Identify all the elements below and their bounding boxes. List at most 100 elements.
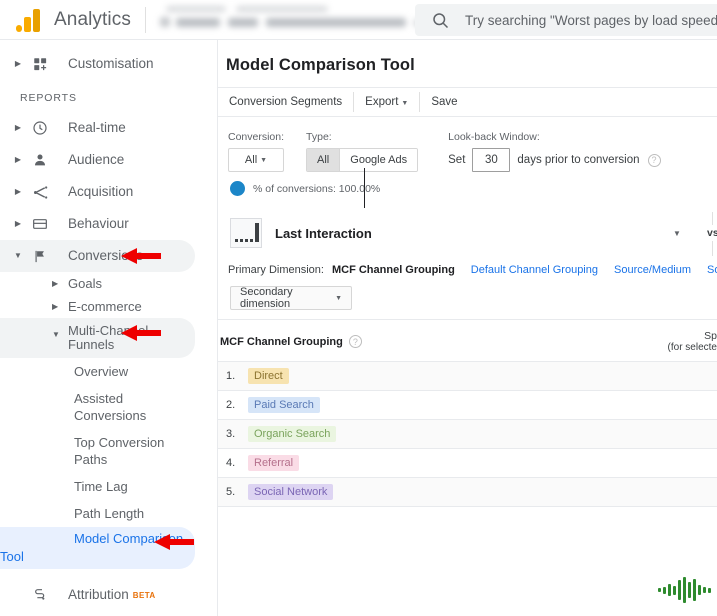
type-label: Type: — [306, 131, 332, 143]
sidebar-section-reports: REPORTS — [20, 92, 77, 104]
last-interaction-icon — [230, 218, 262, 248]
arrow-multi-channel-funnels — [121, 325, 161, 341]
clock-icon — [30, 118, 50, 138]
person-icon — [30, 150, 50, 170]
type-toggle-group: All Google Ads — [306, 148, 419, 172]
sidebar-item-label: Behaviour — [68, 216, 129, 231]
search-icon — [433, 13, 449, 29]
sidebar-item-label: Path Length — [74, 506, 145, 521]
sidebar-item-ecommerce[interactable]: ▶ E-commerce — [0, 295, 217, 318]
sidebar-item-assisted-conversions[interactable]: Assisted Conversions — [0, 385, 217, 429]
conversion-label: Conversion: — [228, 131, 285, 143]
table-row[interactable]: 2. Paid Search — [218, 390, 717, 419]
export-button[interactable]: Export ▼ — [354, 88, 419, 117]
sidebar-item-discover[interactable]: Discover — [0, 611, 217, 616]
column-header-right: Sp (for selecte — [668, 330, 717, 353]
conversion-segments-button[interactable]: Conversion Segments — [218, 88, 353, 117]
sidebar-item-behaviour[interactable]: ▶ Behaviour — [0, 208, 217, 240]
sidebar-item-acquisition[interactable]: ▶ Acquisition — [0, 176, 217, 208]
channel-tag[interactable]: Social Network — [248, 484, 334, 500]
conversions-percentage-label: % of conversions: 100.00% — [253, 182, 381, 195]
channel-tag[interactable]: Organic Search — [248, 426, 337, 442]
table-row[interactable]: 5. Social Network — [218, 477, 717, 506]
sidebar-item-goals[interactable]: ▶ Goals — [0, 272, 217, 295]
column-header-mcf-channel-grouping: MCF Channel Grouping — [220, 335, 343, 348]
type-control: Type: All Google Ads — [306, 131, 419, 172]
type-option-all[interactable]: All — [307, 149, 340, 171]
dimension-tab-source-medium[interactable]: Source/Medium — [614, 264, 691, 276]
lookback-set-label: Set — [448, 154, 466, 166]
sidebar-item-label: Real-time — [68, 120, 126, 135]
column-header-right-line1: Sp — [704, 330, 717, 342]
sidebar-item-path-length[interactable]: Path Length — [0, 500, 217, 527]
lookback-days-input[interactable] — [472, 148, 511, 172]
help-icon[interactable]: ? — [348, 335, 362, 348]
sidebar-item-overview[interactable]: Overview — [0, 358, 217, 385]
primary-dimension-row: Primary Dimension: MCF Channel Grouping … — [218, 248, 717, 276]
search-bar[interactable] — [415, 4, 717, 36]
channel-tag[interactable]: Referral — [248, 455, 300, 471]
table-row[interactable]: 3. Organic Search — [218, 419, 717, 448]
top-divider — [144, 6, 146, 33]
table-body: 1. Direct 2. Paid Search 3. Organic Sear… — [218, 361, 717, 507]
table-row[interactable]: 4. Referral — [218, 448, 717, 477]
sidebar-item-label: Customisation — [68, 56, 154, 71]
sidebar-item-attribution[interactable]: Attribution BETA — [0, 579, 217, 611]
arrow-model-comparison-tool — [154, 534, 194, 550]
sidebar-item-audience[interactable]: ▶ Audience — [0, 144, 217, 176]
controls-row: Conversion: All ▼ Type: All Google Ads L… — [218, 117, 717, 172]
table-row[interactable]: 1. Direct — [218, 361, 717, 390]
top-bar: Analytics — [0, 0, 717, 40]
acquisition-icon — [30, 182, 50, 202]
conversion-value: All — [244, 154, 258, 166]
chevron-down-icon[interactable]: ▼ — [673, 229, 681, 238]
sidebar-item-top-conversion-paths[interactable]: Top Conversion Paths — [0, 429, 217, 473]
sidebar-item-conversions[interactable]: ▼ Conversions — [0, 240, 195, 272]
sidebar-item-label: Top Conversion Paths — [74, 435, 165, 467]
column-header-right-line2: (for selecte — [667, 342, 717, 353]
sidebar-item-real-time[interactable]: ▶ Real-time — [0, 112, 217, 144]
chevron-right-icon: ▶ — [52, 302, 59, 311]
audio-waveform-icon — [658, 575, 713, 605]
sidebar-item-label: E-commerce — [68, 299, 142, 314]
sidebar-item-time-lag[interactable]: Time Lag — [0, 473, 217, 500]
primary-dimension-label: Primary Dimension: — [228, 264, 324, 276]
chevron-down-icon: ▼ — [335, 294, 342, 302]
sidebar-item-model-comparison-tool[interactable]: Model Comparison Tool — [0, 527, 195, 569]
property-selector[interactable] — [156, 5, 424, 35]
sidebar-item-multi-channel-funnels[interactable]: ▼ Multi-Channel Funnels — [0, 318, 195, 358]
conversion-control: Conversion: All ▼ — [228, 131, 285, 172]
page-title: Model Comparison Tool — [226, 56, 415, 74]
secondary-dimension-select[interactable]: Secondary dimension ▼ — [230, 286, 352, 310]
beta-badge: BETA — [132, 590, 156, 600]
channel-tag[interactable]: Direct — [248, 368, 289, 384]
lookback-control: Look-back Window: Set days prior to conv… — [448, 131, 661, 172]
chevron-right-icon: ▶ — [52, 279, 59, 288]
row-number: 5. — [226, 486, 236, 498]
main-content: Model Comparison Tool Conversion Segment… — [218, 40, 717, 616]
chevron-down-icon: ▼ — [260, 156, 268, 164]
sidebar-item-label: Acquisition — [68, 184, 134, 199]
search-input[interactable] — [463, 11, 717, 29]
chevron-right-icon: ▶ — [14, 219, 22, 228]
sidebar-item-customisation[interactable]: ▶ Customisation — [0, 48, 217, 80]
chevron-right-icon: ▶ — [14, 187, 22, 196]
report-toolbar: Conversion Segments Export ▼ Save — [218, 87, 717, 117]
chevron-down-icon: ▼ — [52, 330, 60, 339]
conversion-select[interactable]: All ▼ — [228, 148, 285, 172]
dimension-tab-default-channel-grouping[interactable]: Default Channel Grouping — [471, 264, 598, 276]
dimension-tab-mcf-channel-grouping[interactable]: MCF Channel Grouping — [332, 264, 455, 276]
chevron-down-icon: ▼ — [14, 251, 22, 260]
conversion-color-dot — [230, 181, 245, 196]
chevron-down-icon: ▼ — [401, 99, 409, 107]
row-number: 3. — [226, 428, 236, 440]
dimension-tab-source[interactable]: Source — [707, 264, 717, 276]
channel-tag[interactable]: Paid Search — [248, 397, 320, 413]
help-icon[interactable]: ? — [647, 153, 661, 167]
sidebar-item-label: Overview — [74, 364, 129, 379]
export-label: Export — [365, 95, 399, 108]
table-header: MCF Channel Grouping ? Sp (for selecte — [218, 320, 717, 361]
arrow-conversions — [121, 248, 161, 264]
save-button[interactable]: Save — [420, 88, 468, 117]
type-option-google-ads[interactable]: Google Ads — [340, 149, 418, 171]
